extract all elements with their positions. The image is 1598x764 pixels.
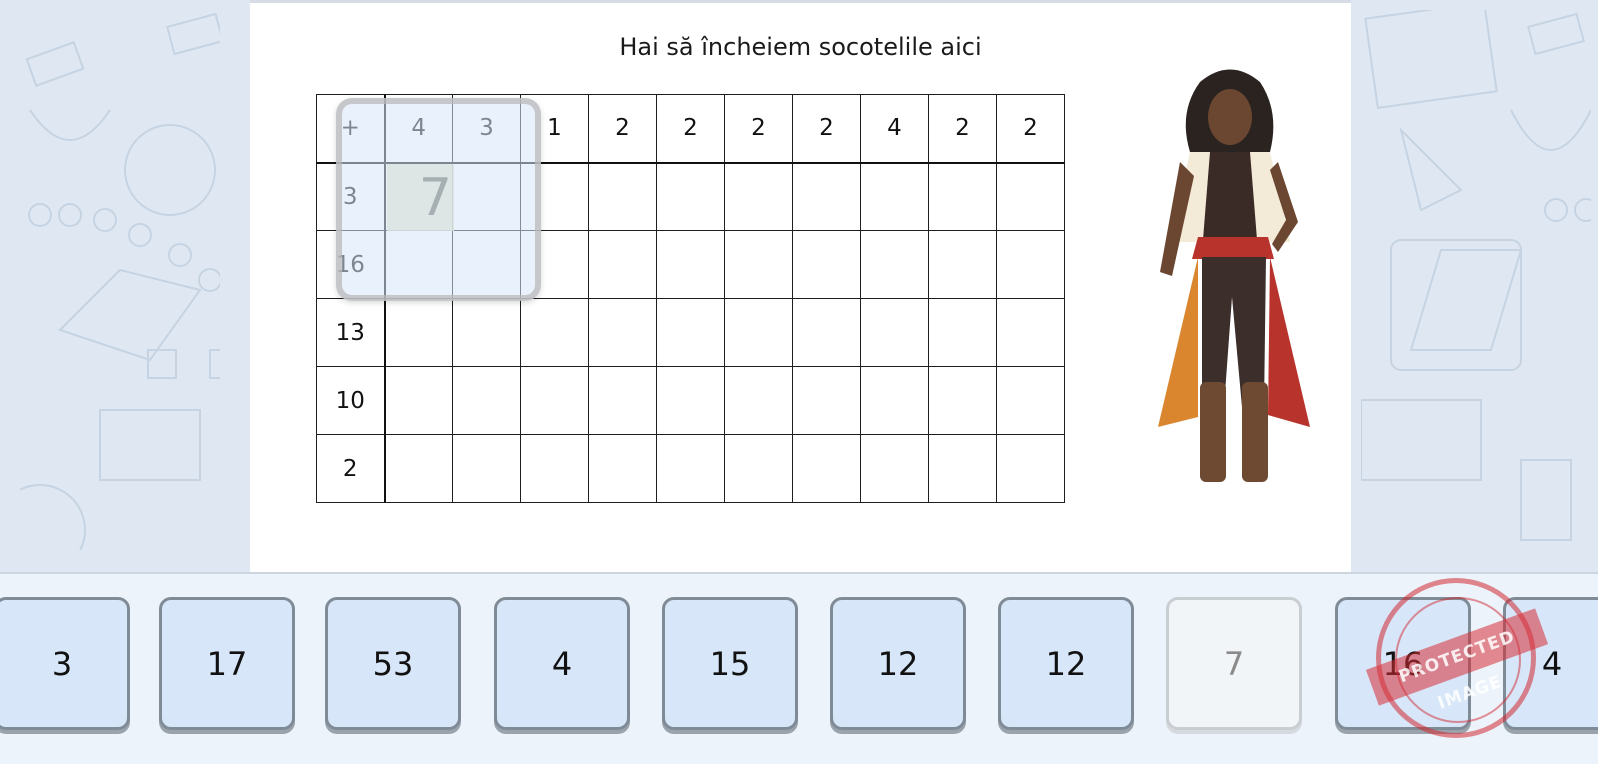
answer-cell[interactable] — [656, 230, 725, 299]
table-row: 2 — [316, 434, 1065, 503]
answer-cell[interactable] — [656, 162, 725, 231]
answer-cell[interactable] — [452, 298, 521, 367]
answer-cell[interactable] — [384, 366, 453, 435]
answer-cell[interactable] — [384, 434, 453, 503]
answer-cell[interactable] — [928, 162, 997, 231]
protected-image-stamp: PROTECTED IMAGE — [1365, 578, 1549, 738]
number-tile-used[interactable]: 7 — [1166, 597, 1302, 730]
answer-cell[interactable] — [656, 434, 725, 503]
answer-cell[interactable] — [520, 434, 589, 503]
answer-cell[interactable] — [860, 366, 929, 435]
column-header: 2 — [928, 94, 997, 164]
answer-cell[interactable] — [520, 298, 589, 367]
number-tile[interactable]: 53 — [325, 597, 461, 730]
answer-cell[interactable] — [928, 434, 997, 503]
answer-cell[interactable] — [860, 434, 929, 503]
number-tile[interactable]: 17 — [159, 597, 295, 730]
answer-cell[interactable] — [792, 162, 861, 231]
answer-cell[interactable] — [860, 298, 929, 367]
row-header: 10 — [316, 366, 386, 435]
answer-cell[interactable] — [724, 366, 793, 435]
number-tile[interactable]: 12 — [830, 597, 966, 730]
answer-cell[interactable] — [724, 230, 793, 299]
answer-cell[interactable] — [996, 162, 1065, 231]
answer-cell[interactable] — [928, 298, 997, 367]
table-row: 13 — [316, 298, 1065, 367]
answer-cell[interactable] — [928, 230, 997, 299]
answer-cell[interactable] — [792, 298, 861, 367]
answer-cell[interactable] — [792, 366, 861, 435]
answer-cell[interactable] — [656, 366, 725, 435]
answer-cell[interactable] — [792, 434, 861, 503]
row-header: 13 — [316, 298, 386, 367]
column-header: 2 — [792, 94, 861, 164]
answer-cell[interactable] — [588, 366, 657, 435]
answer-cell[interactable] — [996, 230, 1065, 299]
answer-cell[interactable] — [588, 162, 657, 231]
magnifier-overlay — [336, 98, 541, 301]
answer-cell[interactable] — [588, 230, 657, 299]
answer-cell[interactable] — [860, 230, 929, 299]
answer-cell[interactable] — [996, 434, 1065, 503]
answer-cell[interactable] — [452, 434, 521, 503]
answer-cell[interactable] — [384, 298, 453, 367]
answer-cell[interactable] — [928, 366, 997, 435]
column-header: 2 — [724, 94, 793, 164]
number-tile[interactable]: 3 — [0, 597, 130, 730]
answer-cell[interactable] — [860, 162, 929, 231]
column-header: 2 — [588, 94, 657, 164]
answer-cell[interactable] — [996, 366, 1065, 435]
column-header: 4 — [860, 94, 929, 164]
answer-cell[interactable] — [656, 298, 725, 367]
answer-cell[interactable] — [996, 298, 1065, 367]
answer-cell[interactable] — [724, 298, 793, 367]
answer-cell[interactable] — [452, 366, 521, 435]
answer-cell[interactable] — [520, 366, 589, 435]
page-title: Hai să încheiem socotelile aici — [619, 33, 982, 61]
number-tile[interactable]: 12 — [998, 597, 1134, 730]
answer-cell[interactable] — [724, 162, 793, 231]
column-header: 2 — [656, 94, 725, 164]
pirate-character-illustration — [1158, 69, 1310, 482]
answer-cell[interactable] — [724, 434, 793, 503]
background-right-decor — [1351, 0, 1598, 572]
number-tile[interactable]: 15 — [662, 597, 798, 730]
row-header: 2 — [316, 434, 386, 503]
number-tile[interactable]: 4 — [494, 597, 630, 730]
table-row: 10 — [316, 366, 1065, 435]
background-left-decor — [0, 0, 250, 572]
answer-cell[interactable] — [588, 298, 657, 367]
answer-cell[interactable] — [588, 434, 657, 503]
column-header: 2 — [996, 94, 1065, 164]
answer-cell[interactable] — [792, 230, 861, 299]
